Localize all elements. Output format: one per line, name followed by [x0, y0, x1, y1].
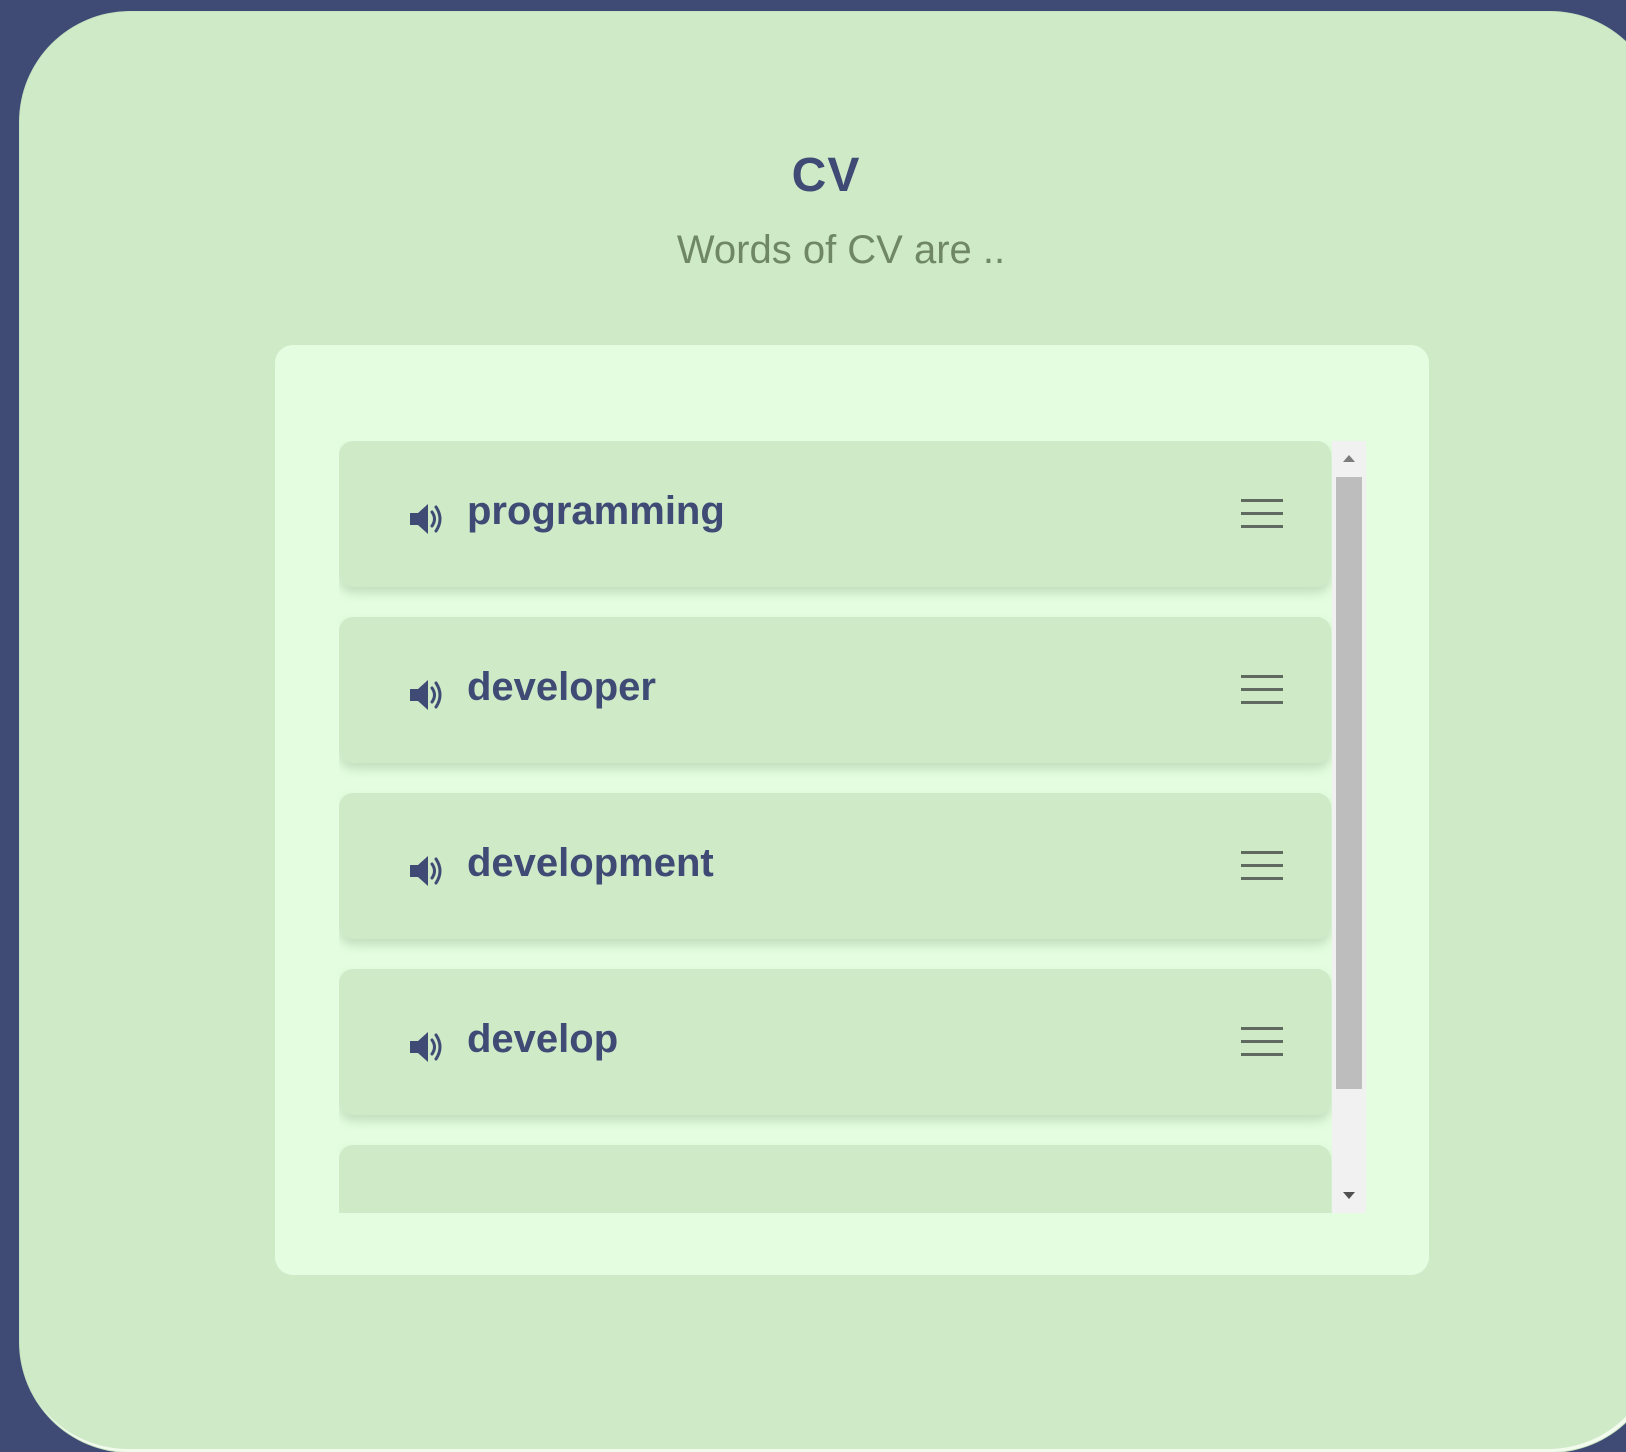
words-panel: programming developer development develo… [275, 345, 1429, 1275]
page-subtitle: Words of CV are .. [676, 228, 1006, 272]
hamburger-menu-icon[interactable] [1241, 849, 1283, 883]
scroll-down-arrow-icon[interactable] [1332, 1179, 1366, 1213]
speaker-icon[interactable] [407, 851, 447, 891]
scroll-up-arrow-icon[interactable] [1332, 441, 1366, 475]
page-title: CV [791, 149, 861, 202]
word-label: develop [467, 1017, 619, 1061]
word-label: programming [467, 489, 725, 533]
speaker-icon[interactable] [407, 1027, 447, 1067]
main-card: CV Words of CV are .. programming develo… [20, 12, 1626, 1452]
list-scrollbar[interactable] [1332, 441, 1366, 1213]
scroll-thumb[interactable] [1336, 477, 1362, 1089]
word-item-developer[interactable]: developer [339, 617, 1331, 763]
word-item-develop[interactable]: develop [339, 969, 1331, 1115]
hamburger-menu-icon[interactable] [1241, 1025, 1283, 1059]
hamburger-menu-icon[interactable] [1241, 497, 1283, 531]
word-item-development[interactable]: development [339, 793, 1331, 939]
word-list[interactable]: programming developer development develo… [339, 441, 1339, 1213]
speaker-icon[interactable] [407, 675, 447, 715]
hamburger-menu-icon[interactable] [1241, 673, 1283, 707]
word-label: developer [467, 665, 656, 709]
word-item-partial[interactable] [339, 1145, 1331, 1213]
word-item-programming[interactable]: programming [339, 441, 1331, 587]
word-label: development [467, 841, 714, 885]
speaker-icon[interactable] [407, 499, 447, 539]
